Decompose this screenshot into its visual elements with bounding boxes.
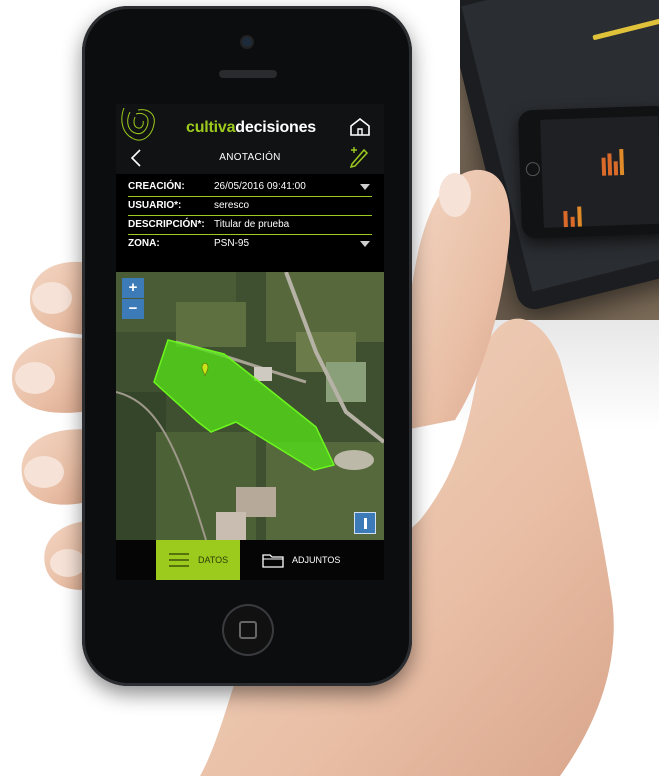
field-label: ZONA: bbox=[128, 238, 160, 249]
brand-logo: cultivadecisiones bbox=[186, 119, 316, 137]
field-descripcion[interactable]: DESCRIPCIÓN*: Titular de prueba bbox=[128, 216, 372, 235]
annotation-form: CREACIÓN: 26/05/2016 09:41:00 USUARIO*: … bbox=[116, 178, 384, 253]
app-screen: cultivadecisiones ANOTACIÓN CREACIÓN: 26… bbox=[116, 104, 384, 580]
field-creacion[interactable]: CREACIÓN: 26/05/2016 09:41:00 bbox=[128, 178, 372, 197]
bottom-tab-bar: DATOS ADJUNTOS bbox=[116, 540, 384, 580]
field-label: CREACIÓN: bbox=[128, 181, 185, 192]
tab-datos-label: DATOS bbox=[198, 555, 229, 565]
info-icon bbox=[363, 517, 367, 529]
field-value: PSN-95 bbox=[214, 238, 250, 249]
field-value: seresco bbox=[214, 200, 250, 211]
zoom-in-button[interactable]: + bbox=[122, 278, 144, 298]
zoom-out-button[interactable]: − bbox=[122, 299, 144, 319]
dropdown-caret-icon[interactable] bbox=[360, 184, 370, 190]
folder-icon bbox=[262, 554, 284, 568]
front-camera bbox=[242, 37, 252, 47]
menu-lines-icon bbox=[169, 553, 189, 567]
earpiece-speaker bbox=[219, 70, 277, 78]
small-phone-device bbox=[517, 105, 659, 239]
tab-datos[interactable]: DATOS bbox=[156, 540, 240, 580]
dropdown-caret-icon[interactable] bbox=[360, 241, 370, 247]
map-imagery bbox=[116, 272, 384, 540]
brand-part1: cultiva bbox=[186, 119, 236, 136]
field-zona[interactable]: ZONA: PSN-95 bbox=[128, 235, 372, 253]
field-usuario[interactable]: USUARIO*: seresco bbox=[128, 197, 372, 216]
field-label: DESCRIPCIÓN*: bbox=[128, 219, 205, 230]
add-edit-icon[interactable] bbox=[348, 144, 372, 168]
home-button[interactable] bbox=[222, 604, 274, 656]
brand-part2: decisiones bbox=[235, 119, 317, 136]
tab-adjuntos[interactable]: ADJUNTOS bbox=[262, 540, 372, 580]
logo-contour-icon bbox=[121, 107, 155, 141]
screen-title: ANOTACIÓN bbox=[219, 152, 281, 163]
field-value: 26/05/2016 09:41:00 bbox=[214, 181, 306, 192]
app-header: cultivadecisiones ANOTACIÓN bbox=[116, 104, 384, 174]
tablet-reflection bbox=[460, 320, 659, 430]
satellite-map[interactable]: + − bbox=[116, 272, 384, 540]
home-square-icon bbox=[239, 621, 257, 639]
zoom-controls: + − bbox=[122, 278, 144, 320]
home-icon[interactable] bbox=[349, 117, 371, 137]
field-value: Titular de prueba bbox=[214, 219, 290, 230]
field-label: USUARIO*: bbox=[128, 200, 182, 211]
background-tablet-photo bbox=[460, 0, 659, 320]
tab-adjuntos-label: ADJUNTOS bbox=[292, 555, 341, 565]
map-info-button[interactable] bbox=[354, 512, 376, 534]
